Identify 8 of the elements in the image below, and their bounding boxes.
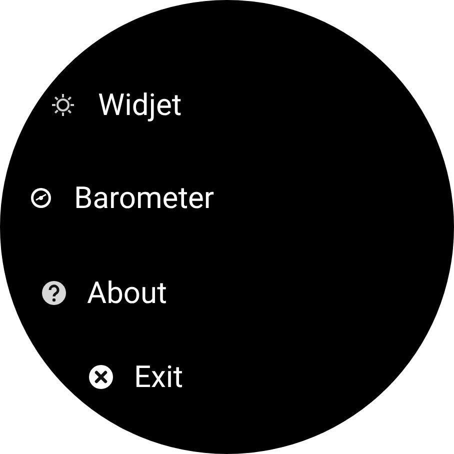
menu-item[interactable]: Barometer: [74, 180, 214, 216]
sun-icon: [50, 92, 76, 118]
menu-item[interactable]: Widjet: [98, 88, 182, 122]
close-icon: [88, 364, 114, 390]
menu-item[interactable]: About: [87, 276, 167, 310]
menu-item[interactable]: Exit: [134, 360, 184, 394]
gauge-icon: [29, 186, 53, 210]
help-icon: [41, 280, 67, 306]
